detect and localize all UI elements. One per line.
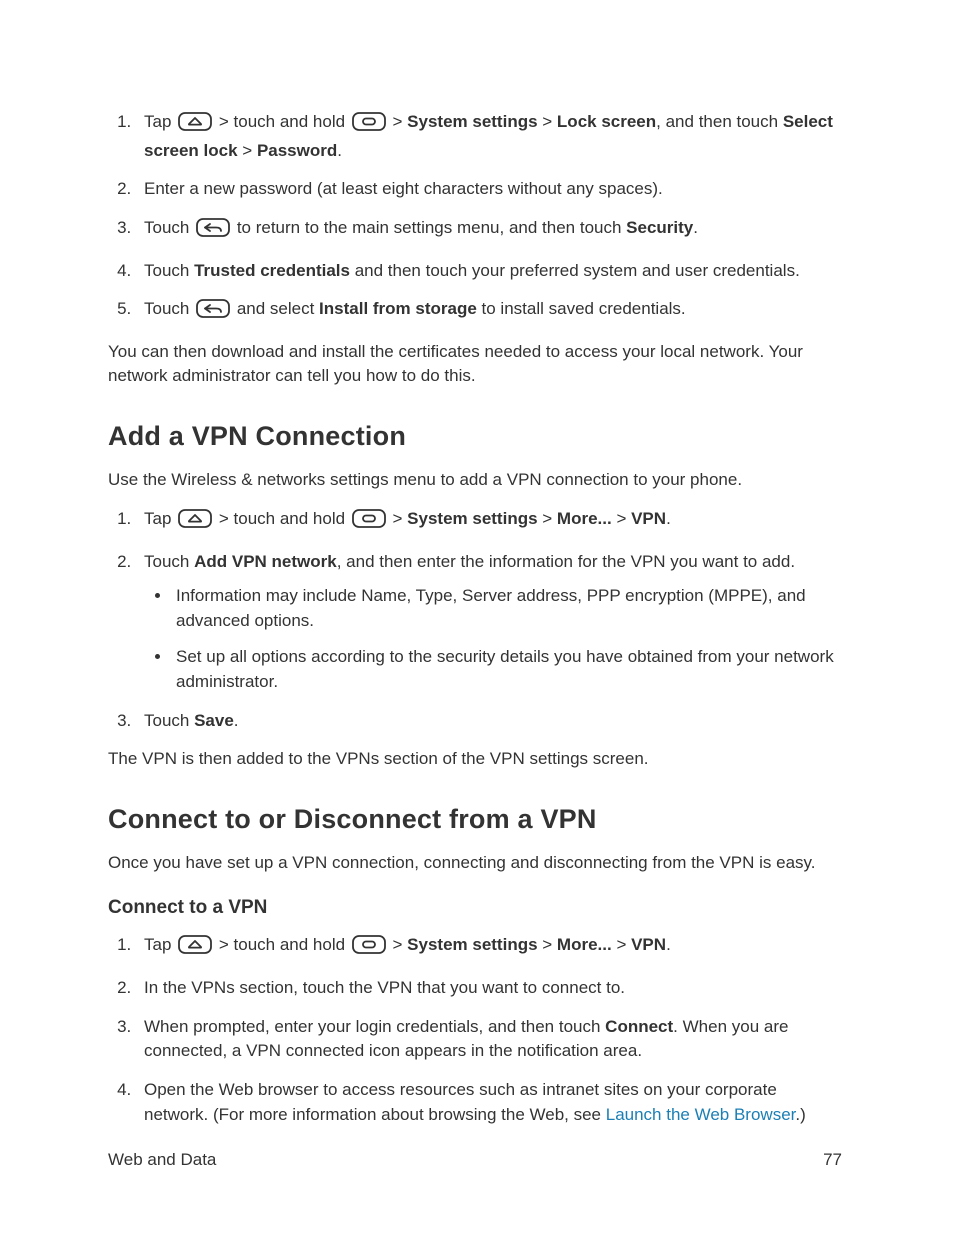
bold-text: Lock screen xyxy=(557,112,656,131)
recent-apps-button-icon xyxy=(352,509,386,536)
home-button-icon xyxy=(178,509,212,536)
bold-text: System settings xyxy=(407,509,537,528)
sub-list: Information may include Name, Type, Serv… xyxy=(144,584,842,695)
list-item: Touch to return to the main settings men… xyxy=(136,216,842,245)
paragraph: The VPN is then added to the VPNs sectio… xyxy=(108,747,842,772)
bold-text: More... xyxy=(557,509,612,528)
list-item: Tap > touch and hold > System settings >… xyxy=(136,110,842,163)
footer-section: Web and Data xyxy=(108,1148,216,1173)
list-item: Enter a new password (at least eight cha… xyxy=(136,177,842,202)
page-footer: Web and Data 77 xyxy=(108,1148,842,1173)
list-item: Tap > touch and hold > System settings >… xyxy=(136,933,842,962)
link-launch-web-browser[interactable]: Launch the Web Browser xyxy=(606,1105,796,1124)
steps-list-connect: Tap > touch and hold > System settings >… xyxy=(108,933,842,1127)
bold-text: Connect xyxy=(605,1017,673,1036)
back-button-icon xyxy=(196,299,230,326)
list-item: Tap > touch and hold > System settings >… xyxy=(136,507,842,536)
list-item: When prompted, enter your login credenti… xyxy=(136,1015,842,1064)
list-item: Touch and select Install from storage to… xyxy=(136,297,842,326)
paragraph: Once you have set up a VPN connection, c… xyxy=(108,851,842,876)
bold-text: Security xyxy=(626,218,693,237)
back-button-icon xyxy=(196,218,230,245)
bold-text: Add VPN network xyxy=(194,552,337,571)
subheading-connect: Connect to a VPN xyxy=(108,894,842,922)
list-item: Touch Trusted credentials and then touch… xyxy=(136,259,842,284)
steps-list-add-vpn: Tap > touch and hold > System settings >… xyxy=(108,507,842,733)
home-button-icon xyxy=(178,935,212,962)
steps-list-credentials: Tap > touch and hold > System settings >… xyxy=(108,110,842,326)
bold-text: Password xyxy=(257,141,337,160)
heading-add-vpn: Add a VPN Connection xyxy=(108,417,842,456)
heading-connect-disconnect: Connect to or Disconnect from a VPN xyxy=(108,800,842,839)
bold-text: Install from storage xyxy=(319,299,477,318)
document-page: Tap > touch and hold > System settings >… xyxy=(0,0,954,1235)
paragraph: Use the Wireless & networks settings men… xyxy=(108,468,842,493)
bold-text: VPN xyxy=(631,935,666,954)
list-item: Set up all options according to the secu… xyxy=(172,645,842,694)
bold-text: More... xyxy=(557,935,612,954)
bold-text: Save xyxy=(194,711,234,730)
recent-apps-button-icon xyxy=(352,935,386,962)
footer-page-number: 77 xyxy=(823,1148,842,1173)
list-item: Information may include Name, Type, Serv… xyxy=(172,584,842,633)
bold-text: System settings xyxy=(407,935,537,954)
bold-text: Trusted credentials xyxy=(194,261,350,280)
recent-apps-button-icon xyxy=(352,112,386,139)
list-item: Touch Save. xyxy=(136,709,842,734)
list-item: Open the Web browser to access resources… xyxy=(136,1078,842,1127)
list-item: Touch Add VPN network, and then enter th… xyxy=(136,550,842,695)
bold-text: VPN xyxy=(631,509,666,528)
list-item: In the VPNs section, touch the VPN that … xyxy=(136,976,842,1001)
bold-text: System settings xyxy=(407,112,537,131)
home-button-icon xyxy=(178,112,212,139)
paragraph: You can then download and install the ce… xyxy=(108,340,842,389)
